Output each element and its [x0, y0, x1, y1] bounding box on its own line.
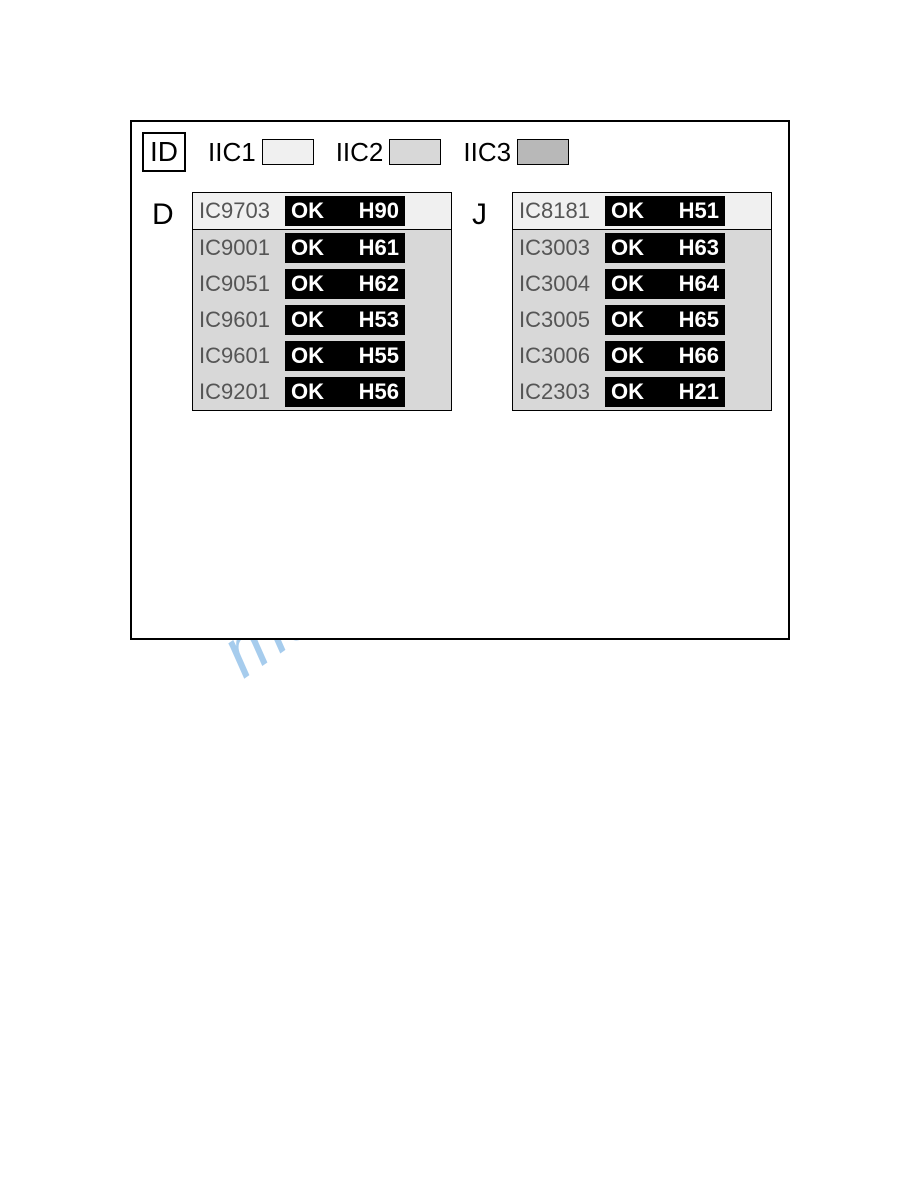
id-label-box: ID [142, 132, 186, 172]
legend-item-iic1: IIC1 [208, 137, 314, 168]
table-row: IC9703 OK H90 [193, 193, 451, 229]
status-badge: OK H61 [285, 233, 405, 263]
ic-label: IC3004 [519, 271, 597, 297]
section-light: IC8181 OK H51 [513, 193, 771, 230]
ic-label: IC9051 [199, 271, 277, 297]
status-text: OK [291, 271, 324, 297]
column-d: D IC9703 OK H90 IC9001 OK [152, 192, 452, 411]
status-badge: OK H55 [285, 341, 405, 371]
table-row: IC9601 OK H53 [193, 302, 451, 338]
ic-label: IC9201 [199, 379, 277, 405]
status-text: OK [611, 198, 644, 224]
legend-item-label: IIC1 [208, 137, 256, 168]
status-text: OK [611, 307, 644, 333]
column-box: IC9703 OK H90 IC9001 OK H61 [192, 192, 452, 411]
column-j: J IC8181 OK H51 IC3003 OK [472, 192, 772, 411]
table-row: IC3006 OK H66 [513, 338, 771, 374]
ic-label: IC3003 [519, 235, 597, 261]
swatch-icon [389, 139, 441, 165]
section-med: IC9001 OK H61 IC9051 OK H62 [193, 230, 451, 410]
status-badge: OK H21 [605, 377, 725, 407]
columns-container: D IC9703 OK H90 IC9001 OK [152, 192, 772, 411]
status-badge: OK H51 [605, 196, 725, 226]
status-text: OK [291, 343, 324, 369]
ic-label: IC9601 [199, 343, 277, 369]
diagram-frame: ID IIC1 IIC2 IIC3 D IC9703 OK H9 [130, 120, 790, 640]
code-text: H63 [679, 235, 719, 261]
legend-item-label: IIC2 [336, 137, 384, 168]
table-row: IC3003 OK H63 [513, 230, 771, 266]
legend-item-label: IIC3 [463, 137, 511, 168]
code-text: H90 [359, 198, 399, 224]
status-text: OK [291, 198, 324, 224]
status-badge: OK H64 [605, 269, 725, 299]
status-text: OK [291, 379, 324, 405]
table-row: IC9001 OK H61 [193, 230, 451, 266]
ic-label: IC2303 [519, 379, 597, 405]
swatch-icon [262, 139, 314, 165]
table-row: IC9201 OK H56 [193, 374, 451, 410]
code-text: H65 [679, 307, 719, 333]
column-letter: D [152, 198, 180, 232]
legend-item-iic2: IIC2 [336, 137, 442, 168]
code-text: H53 [359, 307, 399, 333]
ic-label: IC9703 [199, 198, 277, 224]
legend-item-iic3: IIC3 [463, 137, 569, 168]
column-letter: J [472, 198, 500, 232]
status-badge: OK H56 [285, 377, 405, 407]
table-row: IC9051 OK H62 [193, 266, 451, 302]
ic-label: IC9001 [199, 235, 277, 261]
code-text: H55 [359, 343, 399, 369]
table-row: IC3005 OK H65 [513, 302, 771, 338]
code-text: H64 [679, 271, 719, 297]
legend: ID IIC1 IIC2 IIC3 [142, 132, 569, 172]
table-row: IC2303 OK H21 [513, 374, 771, 410]
status-badge: OK H90 [285, 196, 405, 226]
ic-label: IC8181 [519, 198, 597, 224]
status-badge: OK H66 [605, 341, 725, 371]
ic-label: IC3006 [519, 343, 597, 369]
status-text: OK [291, 307, 324, 333]
code-text: H61 [359, 235, 399, 261]
status-text: OK [611, 343, 644, 369]
column-box: IC8181 OK H51 IC3003 OK H63 [512, 192, 772, 411]
table-row: IC3004 OK H64 [513, 266, 771, 302]
status-text: OK [611, 379, 644, 405]
status-badge: OK H53 [285, 305, 405, 335]
section-light: IC9703 OK H90 [193, 193, 451, 230]
status-text: OK [611, 271, 644, 297]
code-text: H21 [679, 379, 719, 405]
table-row: IC9601 OK H55 [193, 338, 451, 374]
code-text: H51 [679, 198, 719, 224]
status-badge: OK H65 [605, 305, 725, 335]
code-text: H62 [359, 271, 399, 297]
table-row: IC8181 OK H51 [513, 193, 771, 229]
status-text: OK [611, 235, 644, 261]
swatch-icon [517, 139, 569, 165]
code-text: H66 [679, 343, 719, 369]
section-med: IC3003 OK H63 IC3004 OK H64 [513, 230, 771, 410]
status-badge: OK H62 [285, 269, 405, 299]
status-text: OK [291, 235, 324, 261]
status-badge: OK H63 [605, 233, 725, 263]
ic-label: IC9601 [199, 307, 277, 333]
ic-label: IC3005 [519, 307, 597, 333]
code-text: H56 [359, 379, 399, 405]
